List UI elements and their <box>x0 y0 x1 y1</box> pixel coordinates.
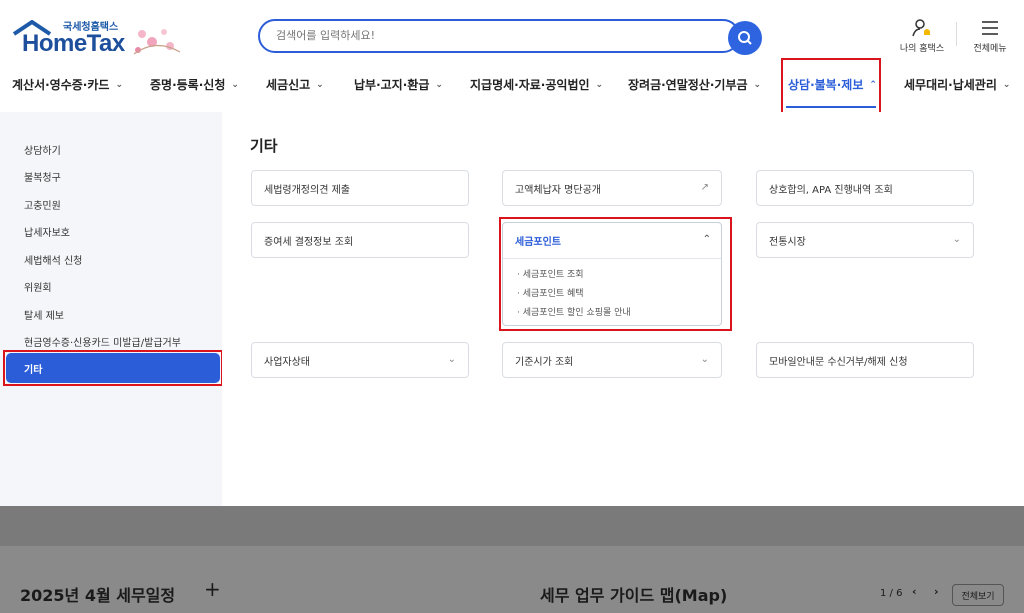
sidebar-item-receipt-refusal[interactable]: 현금영수증·신용카드 미발급/발급거부 <box>24 334 181 349</box>
nav-item-certificate[interactable]: 증명·등록·신청 ⌄ <box>150 76 239 93</box>
card-mobile-notice-refusal[interactable]: 모바일안내문 수신거부/해제 신청 <box>756 342 974 378</box>
highlight-box-tax-point <box>499 217 732 331</box>
chevron-down-icon: ⌄ <box>316 79 324 90</box>
menu-icon <box>982 21 998 35</box>
hometax-logo[interactable]: 국세청홈택스 HomeTax <box>12 18 182 62</box>
nav-item-statements[interactable]: 지급명세·자료·공익법인 ⌄ <box>470 76 603 93</box>
card-apa-status[interactable]: 상호합의, APA 진행내역 조회 <box>756 170 974 206</box>
nav-item-label: 증명·등록·신청 <box>150 78 226 92</box>
card-standard-price[interactable]: 기준시가 조회 ⌄ <box>502 342 722 378</box>
nav-item-tax-return[interactable]: 세금신고 ⌄ <box>266 76 324 93</box>
chevron-down-icon: ⌄ <box>952 234 961 245</box>
card-label: 세법령개정의견 제출 <box>264 184 350 196</box>
card-label: 기준시가 조회 <box>515 356 574 368</box>
page-indicator: 1 / 6 <box>880 588 903 599</box>
card-label: 전통시장 <box>769 236 806 248</box>
chevron-down-icon: ⌄ <box>231 79 239 90</box>
card-traditional-market[interactable]: 전통시장 ⌄ <box>756 222 974 258</box>
sidebar-item-appeal[interactable]: 불복청구 <box>24 169 61 184</box>
highlight-box-sidebar <box>3 350 223 386</box>
all-menu-button[interactable]: 전체메뉴 <box>964 18 1016 54</box>
nav-item-label: 납부·고지·환급 <box>354 78 430 92</box>
card-label: 고액체납자 명단공개 <box>515 184 601 196</box>
sidebar-item-interpretation[interactable]: 세법해석 신청 <box>24 252 82 267</box>
guide-map-title: 세무 업무 가이드 맵(Map) <box>540 586 728 605</box>
all-menu-label: 전체메뉴 <box>973 44 1007 54</box>
sidebar-item-taxpayer-protection[interactable]: 납세자보호 <box>24 224 70 239</box>
my-hometax-label: 나의 홈택스 <box>899 44 945 54</box>
card-gift-tax-info[interactable]: 증여세 결정정보 조회 <box>251 222 469 258</box>
search-box <box>258 19 740 53</box>
user-bell-icon <box>912 19 930 37</box>
sidebar-item-committee[interactable]: 위원회 <box>24 279 52 294</box>
nav-item-tax-agent[interactable]: 세무대리·납세관리 ⌄ <box>904 76 1010 93</box>
plus-icon[interactable]: + <box>204 577 221 601</box>
external-link-icon: ↗ <box>700 182 709 193</box>
section-title: 기타 <box>250 137 278 155</box>
nav-item-label: 세금신고 <box>266 78 311 92</box>
nav-item-label: 지급명세·자료·공익법인 <box>470 78 590 92</box>
chevron-down-icon: ⌄ <box>595 79 604 90</box>
my-hometax-button[interactable]: 나의 홈택스 <box>896 18 948 54</box>
nav-item-payment[interactable]: 납부·고지·환급 ⌄ <box>354 76 443 93</box>
divider <box>956 22 957 46</box>
card-tax-law-opinion[interactable]: 세법령개정의견 제출 <box>251 170 469 206</box>
sidebar-item-consult[interactable]: 상담하기 <box>24 142 61 157</box>
chevron-down-icon: ⌄ <box>115 79 123 90</box>
nav-item-label: 계산서·영수증·카드 <box>12 78 110 92</box>
view-all-button[interactable]: 전체보기 <box>952 584 1004 606</box>
sidebar-item-tax-evasion-report[interactable]: 탈세 제보 <box>24 307 64 322</box>
header: 국세청홈택스 HomeTax 나의 홈택스 전체메뉴 <box>0 0 1024 124</box>
chevron-down-icon: ⌄ <box>435 79 443 90</box>
schedule-title: 2025년 4월 세무일정 <box>20 586 176 605</box>
chevron-right-icon[interactable]: › <box>934 585 939 598</box>
nav-item-invoice[interactable]: 계산서·영수증·카드 ⌄ <box>12 76 123 93</box>
card-business-status[interactable]: 사업자상태 ⌄ <box>251 342 469 378</box>
logo-title: HomeTax <box>22 30 125 57</box>
search-icon <box>738 31 752 45</box>
card-label: 모바일안내문 수신거부/해제 신청 <box>769 356 908 368</box>
chevron-left-icon[interactable]: ‹ <box>912 585 917 598</box>
card-label: 증여세 결정정보 조회 <box>264 236 354 248</box>
card-label: 사업자상태 <box>264 356 310 368</box>
chevron-down-icon: ⌄ <box>753 79 762 90</box>
cherry-blossom-icon <box>133 29 181 55</box>
chevron-down-icon: ⌄ <box>700 354 709 365</box>
card-label: 상호합의, APA 진행내역 조회 <box>769 184 893 196</box>
chevron-down-icon: ⌄ <box>1002 79 1011 90</box>
sidebar-item-complaint[interactable]: 고충민원 <box>24 197 61 212</box>
sidebar: 상담하기 불복청구 고충민원 납세자보호 세법해석 신청 위원회 탈세 제보 현… <box>0 112 222 506</box>
nav-item-label: 세무대리·납세관리 <box>904 78 997 92</box>
search-input[interactable] <box>276 29 716 42</box>
nav-item-incentives[interactable]: 장려금·연말정산·기부금 ⌄ <box>628 76 761 93</box>
search-button[interactable] <box>728 21 762 55</box>
chevron-down-icon: ⌄ <box>447 354 456 365</box>
nav-item-label: 장려금·연말정산·기부금 <box>628 78 748 92</box>
card-delinquent-list[interactable]: 고액체납자 명단공개 ↗ <box>502 170 722 206</box>
